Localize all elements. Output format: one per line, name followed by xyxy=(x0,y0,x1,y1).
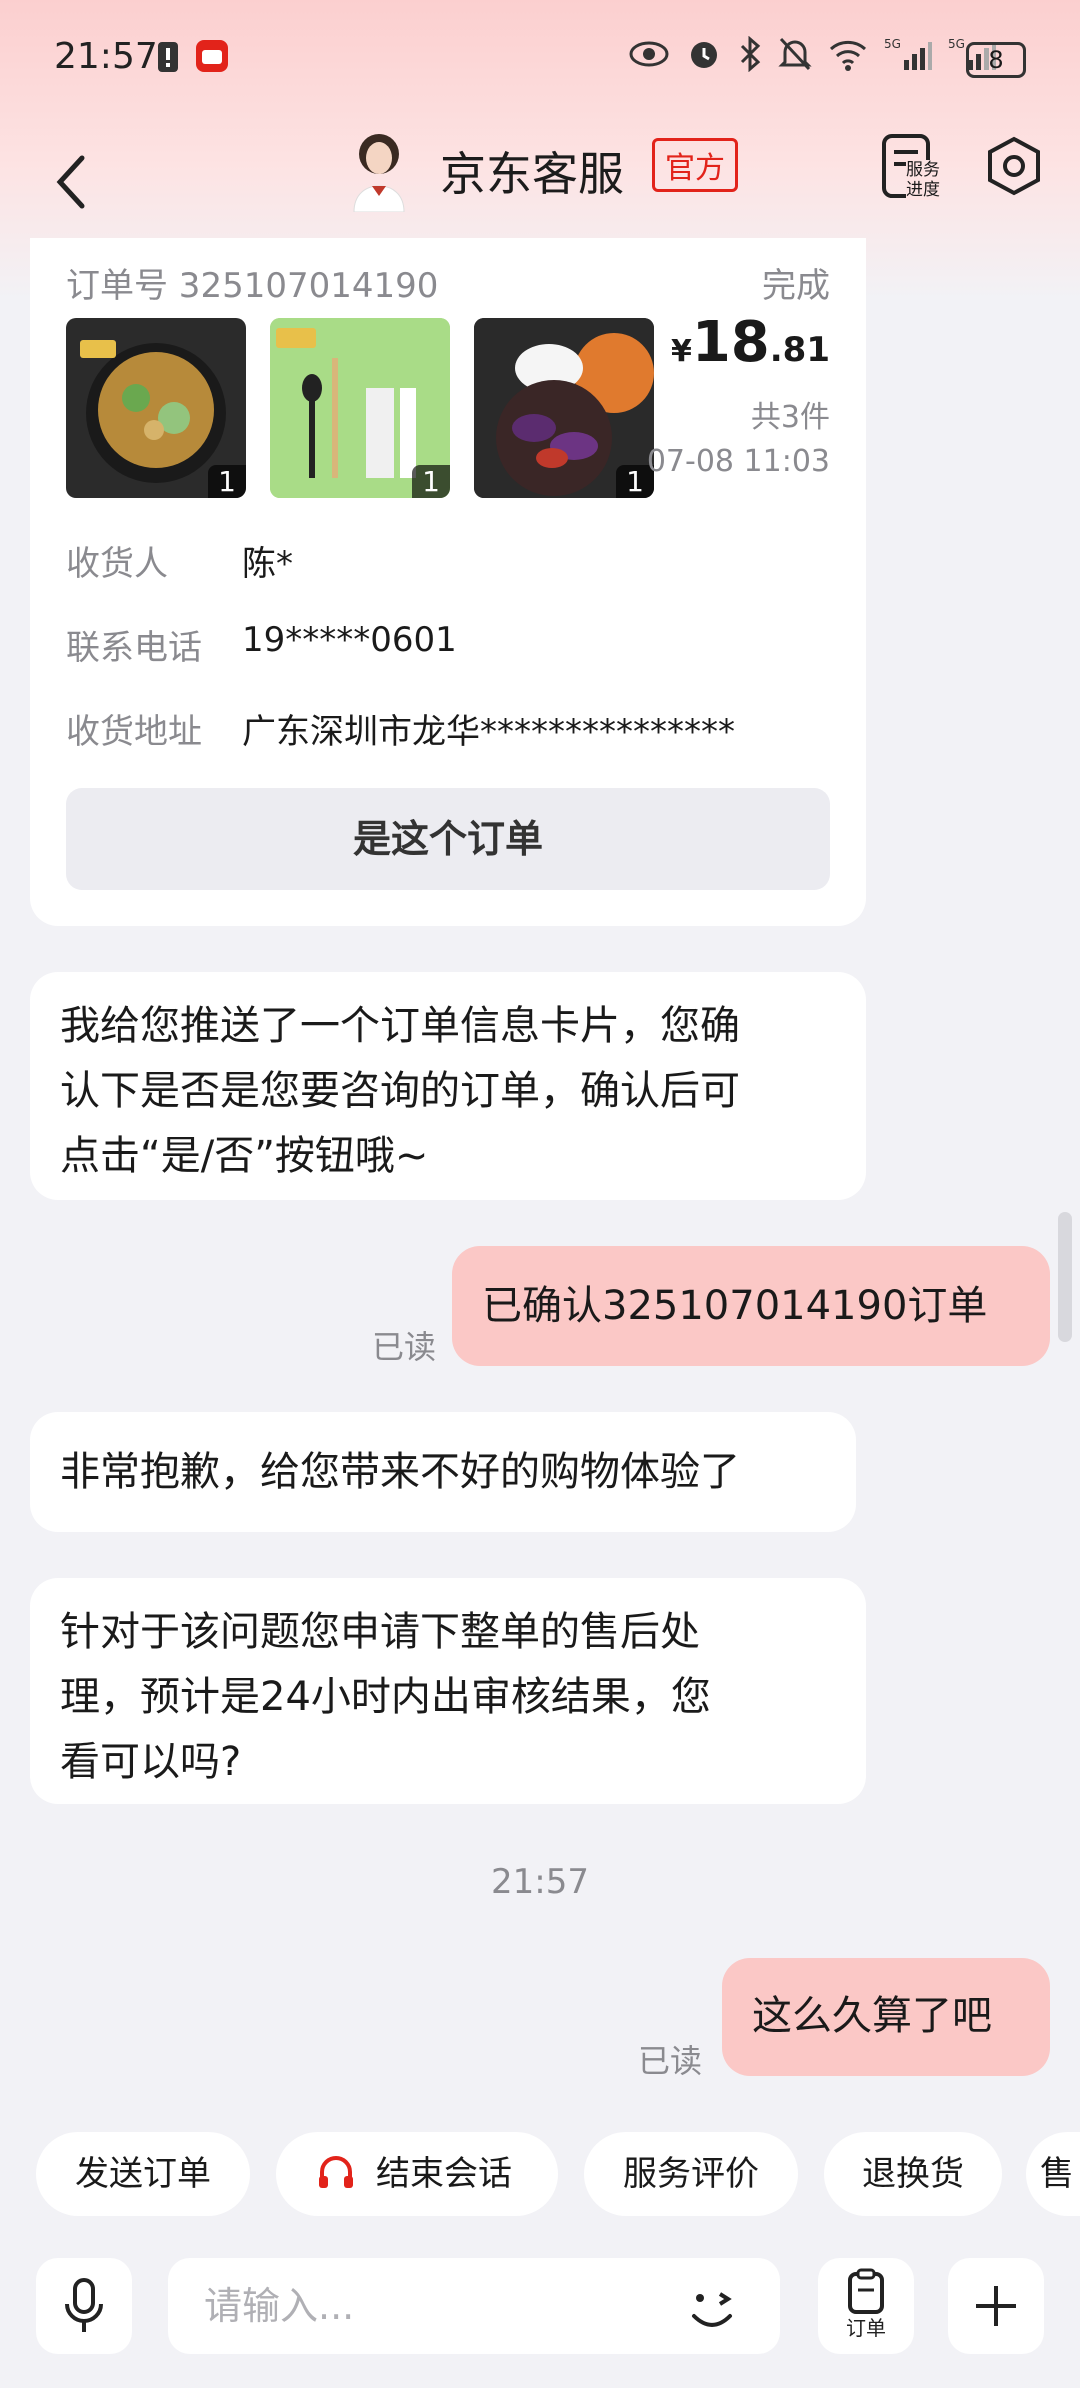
status-bar: 21:57 5G 5G 8 xyxy=(0,0,1080,118)
end-chat-chip[interactable]: 结束会话 xyxy=(276,2132,558,2216)
message-line: 看可以吗? xyxy=(60,1739,242,1785)
address-value: 广东深圳市龙华*************** xyxy=(242,712,735,752)
svg-text:5G: 5G xyxy=(948,37,965,51)
signal-icon-1: 5G xyxy=(884,37,932,70)
voice-button[interactable] xyxy=(36,2258,132,2354)
more-button[interactable] xyxy=(948,2258,1044,2354)
message-line: 认下是否是您要咨询的订单，确认后可 xyxy=(60,1068,740,1114)
read-receipt: 已读 xyxy=(372,1328,437,1366)
order-info-card: 订单号 325107014190 完成 1 1 1 ¥18.81 共3件 07-… xyxy=(30,238,866,926)
order-price: ¥18.81 xyxy=(671,310,830,375)
status-time: 21:57 xyxy=(54,36,158,77)
chat-title: 京东客服 xyxy=(440,147,624,201)
product-thumbnail-3[interactable]: 1 xyxy=(474,318,654,498)
input-bar: 订单 xyxy=(0,2240,1080,2388)
battery-indicator: 8 xyxy=(966,42,1026,78)
order-button-label: 订单 xyxy=(846,2316,886,2340)
progress-label-1: 服务 xyxy=(906,160,940,180)
headset-icon xyxy=(319,2156,353,2188)
message-line: 针对于该问题您申请下整单的售后处 xyxy=(60,1609,700,1655)
item-count: 共3件 xyxy=(750,400,830,435)
scrollbar[interactable] xyxy=(1058,1212,1072,1342)
outgoing-message: 这么久算了吧 xyxy=(722,1958,1050,2076)
receiver-value: 陈* xyxy=(242,544,293,584)
back-button[interactable] xyxy=(44,142,108,222)
rate-service-chip[interactable]: 服务评价 xyxy=(584,2132,798,2216)
microphone-icon xyxy=(65,2278,103,2332)
settings-button[interactable] xyxy=(984,136,1044,196)
settings-hexagon-icon xyxy=(988,136,1040,196)
incoming-message: 我给您推送了一个订单信息卡片，您确 认下是否是您要咨询的订单，确认后可 点击“是… xyxy=(30,972,866,1200)
chat-header: 京东客服 官方 服务 进度 xyxy=(0,118,1080,248)
progress-label-2: 进度 xyxy=(906,180,940,200)
service-progress-button[interactable]: 服务 进度 xyxy=(880,132,944,206)
message-line: 我给您推送了一个订单信息卡片，您确 xyxy=(60,1003,740,1049)
return-exchange-chip[interactable]: 退换货 xyxy=(824,2132,1002,2216)
incoming-message: 针对于该问题您申请下整单的售后处 理，预计是24小时内出审核结果，您 看可以吗? xyxy=(30,1578,866,1804)
svg-text:5G: 5G xyxy=(884,37,901,51)
alarm-icon xyxy=(691,42,717,68)
receiver-label: 收货人 xyxy=(66,544,168,584)
end-chat-label: 结束会话 xyxy=(376,2154,512,2194)
emoji-button[interactable] xyxy=(680,2276,744,2340)
message-line: 点击“是/否”按钮哦~ xyxy=(60,1133,429,1179)
wifi-icon xyxy=(829,40,867,71)
item-quantity: 1 xyxy=(412,465,450,498)
chevron-left-icon xyxy=(56,155,85,209)
agent-avatar[interactable] xyxy=(346,126,412,213)
send-order-chip[interactable]: 发送订单 xyxy=(36,2132,250,2216)
incoming-message: 非常抱歉，给您带来不好的购物体验了 xyxy=(30,1412,856,1532)
partial-chip[interactable]: 售 xyxy=(1026,2132,1080,2216)
eye-icon xyxy=(629,41,669,67)
item-quantity: 1 xyxy=(208,465,246,498)
price-decimal: .81 xyxy=(769,330,830,370)
official-badge: 官方 xyxy=(652,138,738,192)
outgoing-message: 已确认325107014190订单 xyxy=(452,1246,1050,1366)
battery-level: 8 xyxy=(988,46,1004,74)
confirm-order-button[interactable]: 是这个订单 xyxy=(66,788,830,890)
message-timestamp: 21:57 xyxy=(491,1862,589,1902)
order-status: 完成 xyxy=(762,266,830,306)
price-currency: ¥ xyxy=(670,334,692,369)
order-button[interactable]: 订单 xyxy=(818,2258,914,2354)
plus-icon xyxy=(976,2286,1016,2326)
smiley-icon xyxy=(692,2292,732,2327)
alert-icon xyxy=(156,40,180,78)
order-time: 07-08 11:03 xyxy=(646,444,830,479)
phone-label: 联系电话 xyxy=(66,628,202,668)
order-number: 订单号 325107014190 xyxy=(66,266,439,306)
message-line: 理，预计是24小时内出审核结果，您 xyxy=(60,1674,711,1720)
message-text: 这么久算了吧 xyxy=(752,1993,992,2039)
product-thumbnail-1[interactable]: 1 xyxy=(66,318,246,498)
bluetooth-icon xyxy=(740,36,761,72)
message-text: 非常抱歉，给您带来不好的购物体验了 xyxy=(60,1449,740,1495)
product-thumbnail-2[interactable]: 1 xyxy=(270,318,450,498)
price-integer: 18 xyxy=(691,310,770,375)
address-label: 收货地址 xyxy=(66,712,202,752)
read-receipt: 已读 xyxy=(638,2042,703,2080)
app-notification-icon xyxy=(194,38,230,78)
phone-value: 19*****0601 xyxy=(242,620,457,660)
clipboard-icon xyxy=(848,2268,884,2314)
message-text: 已确认325107014190订单 xyxy=(482,1283,988,1329)
mute-bell-icon xyxy=(778,37,812,71)
quick-action-bar: 发送订单 结束会话 服务评价 退换货 售 xyxy=(0,2132,1080,2232)
